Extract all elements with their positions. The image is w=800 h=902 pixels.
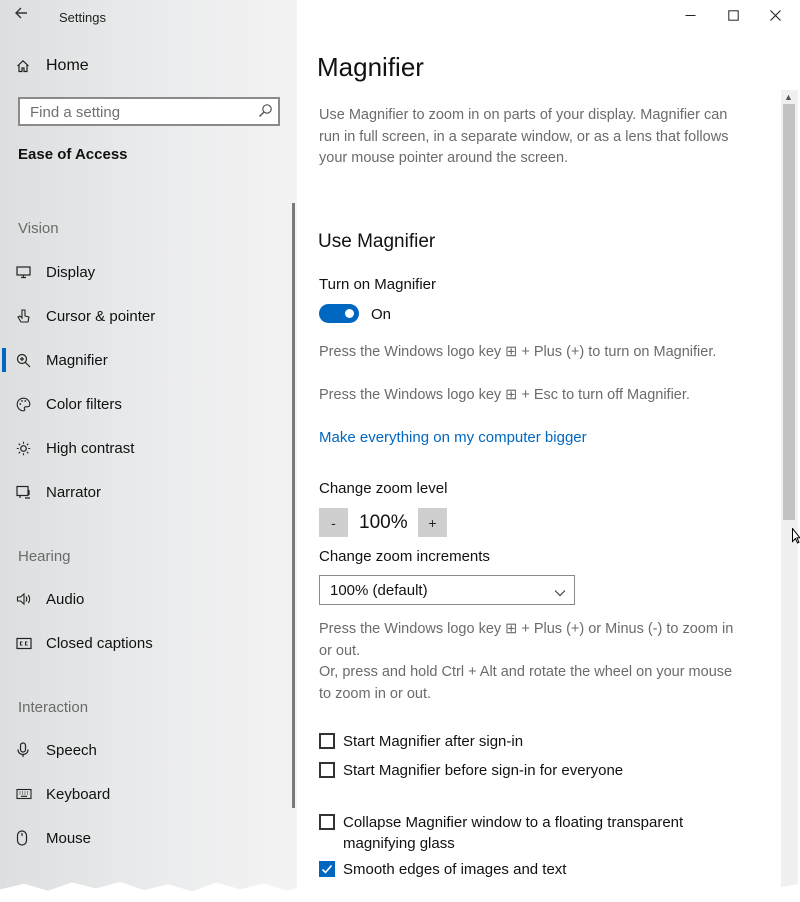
- checkbox-checked[interactable]: [319, 861, 335, 877]
- section-heading: Use Magnifier: [318, 231, 436, 252]
- zoom-out-button[interactable]: -: [319, 508, 348, 537]
- checkbox-label: Smooth edges of images and text: [343, 861, 567, 878]
- zoom-level-value: 100%: [359, 512, 408, 533]
- sidebar-item-narrator[interactable]: Narrator: [0, 474, 292, 510]
- dropdown-value: 100% (default): [330, 581, 428, 599]
- closed-captions-icon: [0, 637, 46, 650]
- sidebar-item-speech[interactable]: Speech: [0, 732, 292, 768]
- magnifier-icon: [0, 353, 46, 368]
- mouse-icon: [0, 830, 46, 846]
- sidebar-item-label: Speech: [46, 741, 97, 759]
- sidebar-item-label: Home: [46, 57, 89, 74]
- sidebar: Settings Home Ease of Access Vision Disp…: [0, 0, 297, 902]
- sidebar-item-label: Color filters: [46, 395, 122, 413]
- search-icon[interactable]: [258, 103, 273, 123]
- minimize-icon: [685, 14, 695, 16]
- checkbox[interactable]: [319, 814, 335, 830]
- minimize-button[interactable]: [677, 4, 703, 26]
- keyboard-icon: [0, 788, 46, 800]
- sidebar-item-high-contrast[interactable]: High contrast: [0, 430, 292, 466]
- page-title: Magnifier: [317, 52, 424, 82]
- toggle-state: On: [371, 306, 392, 323]
- sidebar-item-home[interactable]: Home: [0, 48, 292, 84]
- microphone-icon: [0, 742, 46, 758]
- sidebar-item-closed-captions[interactable]: Closed captions: [0, 625, 292, 661]
- color-filters-icon: [0, 397, 46, 412]
- close-icon: [769, 9, 781, 21]
- cursor-pointer-icon: [0, 308, 46, 324]
- shortcut-off-text: Press the Windows logo key ⊞ + Esc to tu…: [319, 387, 690, 403]
- sidebar-item-label: High contrast: [46, 439, 135, 457]
- checkmark-icon: [321, 864, 333, 874]
- sidebar-item-cursor-pointer[interactable]: Cursor & pointer: [0, 298, 292, 334]
- narrator-icon: [0, 485, 46, 499]
- chevron-down-icon: [554, 584, 566, 601]
- maximize-icon: [727, 9, 739, 21]
- smooth-edges-option[interactable]: Smooth edges of images and text: [319, 860, 566, 880]
- sidebar-item-magnifier[interactable]: Magnifier: [0, 342, 292, 378]
- section-title: Ease of Access: [18, 146, 128, 163]
- sidebar-item-mouse[interactable]: Mouse: [0, 820, 292, 856]
- make-everything-bigger-link[interactable]: Make everything on my computer bigger: [319, 429, 587, 446]
- back-button[interactable]: [14, 4, 36, 26]
- group-header-vision: Vision: [18, 220, 59, 237]
- sidebar-item-color-filters[interactable]: Color filters: [0, 386, 292, 422]
- sidebar-item-label: Magnifier: [46, 351, 108, 369]
- scroll-up-arrow-icon[interactable]: ▲: [784, 92, 793, 102]
- sidebar-item-label: Narrator: [46, 483, 102, 501]
- main-content: Magnifier Use Magnifier to zoom in on pa…: [297, 0, 800, 902]
- back-arrow-icon: [15, 7, 27, 19]
- audio-icon: [0, 592, 46, 606]
- sidebar-item-label: Audio: [46, 590, 85, 608]
- zoom-increments-dropdown[interactable]: 100% (default): [319, 575, 575, 605]
- search-box[interactable]: [18, 97, 280, 126]
- shortcut-on-text: Press the Windows logo key ⊞ + Plus (+) …: [319, 344, 717, 360]
- sidebar-item-label: Display: [46, 263, 96, 281]
- checkbox[interactable]: [319, 762, 335, 778]
- sidebar-item-label: Closed captions: [46, 634, 153, 652]
- checkbox[interactable]: [319, 733, 335, 749]
- zoom-hint-mouse: Or, press and hold Ctrl + Alt and rotate…: [319, 664, 733, 702]
- checkbox-label: Collapse Magnifier window to a floating …: [343, 814, 684, 852]
- app-title: Settings: [59, 10, 106, 25]
- zoom-increments-label: Change zoom increments: [319, 548, 490, 565]
- toggle-label: Turn on Magnifier: [319, 276, 436, 293]
- collapse-window-option[interactable]: Collapse Magnifier window to a floating …: [319, 813, 719, 854]
- sidebar-item-label: Cursor & pointer: [46, 307, 156, 325]
- maximize-button[interactable]: [720, 4, 746, 26]
- group-header-interaction: Interaction: [18, 699, 89, 716]
- start-before-signin-option[interactable]: Start Magnifier before sign-in for every…: [319, 761, 623, 781]
- sidebar-item-display[interactable]: Display: [0, 254, 292, 290]
- high-contrast-icon: [0, 441, 46, 456]
- page-description: Use Magnifier to zoom in on parts of you…: [319, 107, 729, 166]
- sidebar-scrollbar[interactable]: [292, 203, 295, 808]
- main-scrollbar-thumb[interactable]: [783, 104, 795, 520]
- checkbox-label: Start Magnifier after sign-in: [343, 733, 524, 750]
- close-button[interactable]: [762, 4, 788, 26]
- home-icon: [0, 59, 46, 73]
- magnifier-toggle[interactable]: [319, 304, 359, 323]
- display-icon: [0, 265, 46, 279]
- sidebar-item-audio[interactable]: Audio: [0, 581, 292, 617]
- sidebar-item-keyboard[interactable]: Keyboard: [0, 776, 292, 812]
- sidebar-item-label: Mouse: [46, 829, 92, 847]
- group-header-hearing: Hearing: [18, 548, 71, 565]
- start-after-signin-option[interactable]: Start Magnifier after sign-in: [319, 732, 523, 752]
- zoom-level-label: Change zoom level: [319, 480, 448, 497]
- zoom-hint-keyboard: Press the Windows logo key ⊞ + Plus (+) …: [319, 621, 734, 659]
- mouse-cursor-icon: [792, 527, 800, 549]
- zoom-in-button[interactable]: +: [418, 508, 447, 537]
- sidebar-item-label: Keyboard: [46, 785, 111, 803]
- checkbox-label: Start Magnifier before sign-in for every…: [343, 762, 624, 779]
- toggle-knob: [345, 309, 354, 318]
- search-input[interactable]: [28, 99, 252, 126]
